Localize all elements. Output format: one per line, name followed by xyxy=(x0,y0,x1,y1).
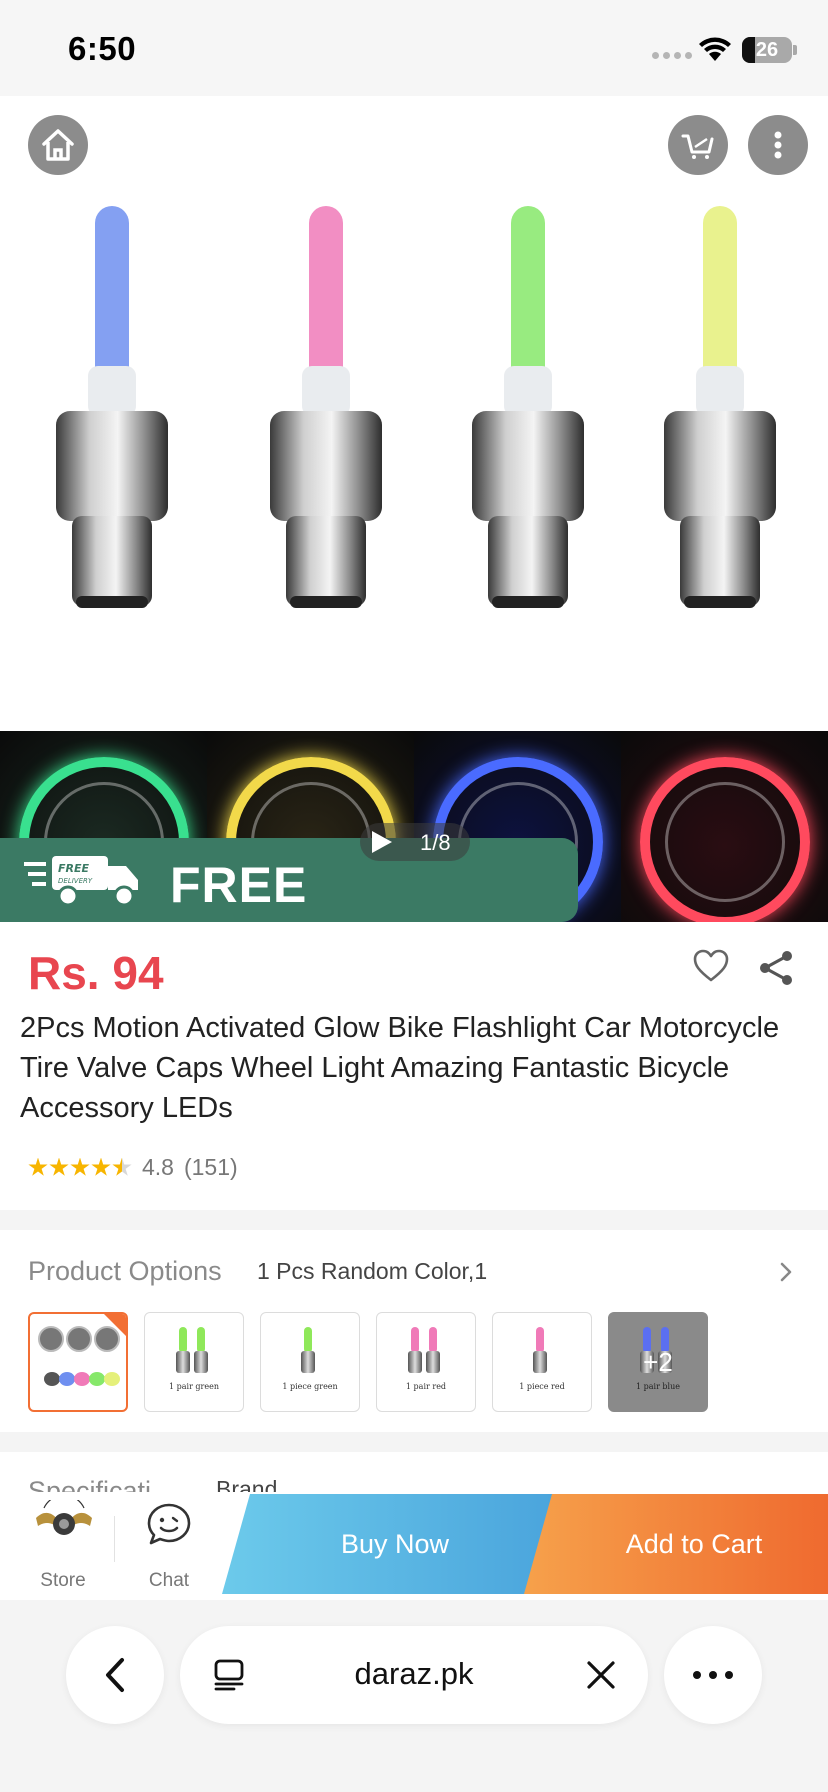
url-text: daraz.pk xyxy=(354,1656,474,1691)
cellular-signal-icon xyxy=(652,52,692,59)
status-bar: 6:50 26 xyxy=(0,0,828,96)
chat-label: Chat xyxy=(148,1570,190,1591)
browser-back-button[interactable] xyxy=(66,1626,164,1724)
cart-icon xyxy=(681,134,714,159)
option-thumbnails: 1 pair green 1 piece green 1 pair red 1 pie… xyxy=(28,1312,708,1412)
star-icon xyxy=(49,1157,69,1176)
chevron-right-icon[interactable] xyxy=(778,1260,794,1284)
option-thumbnail[interactable]: 1 pair blue +2 xyxy=(608,1312,708,1412)
valve-cap xyxy=(270,206,382,608)
divider xyxy=(114,1516,115,1562)
share-icon[interactable] xyxy=(756,948,796,988)
option-thumbnail-label: 1 pair green xyxy=(168,1382,219,1391)
rating-value: 4.8 xyxy=(142,1154,174,1180)
chat-icon xyxy=(147,1503,191,1545)
product-title: 2Pcs Motion Activated Glow Bike Flashlig… xyxy=(20,1012,780,1124)
add-to-cart-label: Add to Cart xyxy=(625,1528,763,1559)
option-thumbnail[interactable]: 1 pair green xyxy=(144,1312,244,1412)
home-icon xyxy=(42,129,74,161)
star-icon xyxy=(112,1157,132,1176)
browser-more-button[interactable] xyxy=(664,1626,762,1724)
play-video-icon[interactable] xyxy=(372,831,392,853)
free-delivery-banner: FREE DELIVERY FREE DELIVERY xyxy=(0,838,578,922)
buy-now-label: Buy Now xyxy=(340,1528,450,1559)
selected-option-value: 1 Pcs Random Color,1 xyxy=(257,1258,488,1284)
product-options-label: Product Options xyxy=(28,1256,222,1286)
image-counter-pill[interactable]: 1/8 xyxy=(360,823,470,861)
option-thumbnail[interactable]: 1 pair red xyxy=(376,1312,476,1412)
close-icon[interactable] xyxy=(584,1658,618,1692)
battery-level: 26 xyxy=(755,39,779,61)
option-thumbnail-label: 1 piece red xyxy=(519,1382,565,1391)
store-button[interactable]: Store xyxy=(20,1492,106,1600)
address-bar[interactable]: daraz.pk xyxy=(180,1626,648,1724)
specifications-value: Brand xyxy=(216,1476,278,1492)
chat-button[interactable]: Chat xyxy=(126,1492,212,1600)
vertical-dots-icon xyxy=(774,131,782,159)
option-thumbnail[interactable]: 1 piece green xyxy=(260,1312,360,1412)
delivery-truck-icon: FREE DELIVERY xyxy=(24,856,138,907)
home-button[interactable] xyxy=(28,115,88,175)
valve-cap xyxy=(664,206,776,608)
valve-cap xyxy=(472,206,584,608)
wheel-photo xyxy=(621,731,828,922)
specifications-row[interactable]: Specificati Brand xyxy=(0,1452,828,1492)
browser-toolbar: daraz.pk xyxy=(0,1600,828,1792)
more-options-count: +2 xyxy=(643,1347,673,1377)
battery-icon: 26 xyxy=(742,37,792,63)
specifications-label: Specificati xyxy=(28,1476,152,1492)
option-thumbnail[interactable] xyxy=(28,1312,128,1412)
product-main-image xyxy=(0,96,828,731)
wishlist-heart-icon[interactable] xyxy=(692,948,730,984)
svg-text:FREE: FREE xyxy=(58,862,89,875)
product-price: Rs. 94 xyxy=(28,947,164,999)
product-options-section[interactable]: Product Options 1 Pcs Random Color,1 1 p… xyxy=(0,1230,828,1432)
more-options-button[interactable] xyxy=(748,115,808,175)
star-icon xyxy=(91,1157,111,1176)
option-thumbnail-label: 1 piece green xyxy=(282,1382,338,1391)
star-icon xyxy=(70,1157,90,1176)
store-label: Store xyxy=(40,1570,86,1591)
option-thumbnail-label: 1 pair blue xyxy=(635,1382,680,1391)
store-logo xyxy=(36,1500,92,1535)
battery-tip xyxy=(793,45,797,55)
product-image-gallery[interactable]: FREE DELIVERY FREE DELIVERY 1/8 xyxy=(0,96,828,922)
free-delivery-text: FREE DELIVERY xyxy=(170,857,425,922)
cart-button[interactable] xyxy=(668,115,728,175)
rating-row[interactable]: 4.8 (151) xyxy=(28,1154,238,1181)
rating-stars xyxy=(28,1157,132,1178)
image-page-counter: 1/8 xyxy=(420,830,451,855)
chevron-left-icon xyxy=(106,1658,124,1692)
status-time: 6:50 xyxy=(68,30,137,67)
svg-text:DELIVERY: DELIVERY xyxy=(58,877,93,885)
star-icon xyxy=(28,1157,48,1176)
option-thumbnail-label: 1 pair red xyxy=(405,1382,447,1391)
product-info: Rs. 94 2Pcs Motion Activated Glow Bike F… xyxy=(0,922,828,1210)
add-to-cart-button[interactable]: Add to Cart xyxy=(524,1494,828,1594)
horizontal-dots-icon xyxy=(693,1671,733,1679)
wifi-icon xyxy=(699,37,731,61)
option-thumbnail[interactable]: 1 piece red xyxy=(492,1312,592,1412)
buy-now-button[interactable]: Buy Now xyxy=(222,1494,560,1594)
valve-cap xyxy=(56,206,168,608)
review-count[interactable]: (151) xyxy=(184,1154,238,1181)
